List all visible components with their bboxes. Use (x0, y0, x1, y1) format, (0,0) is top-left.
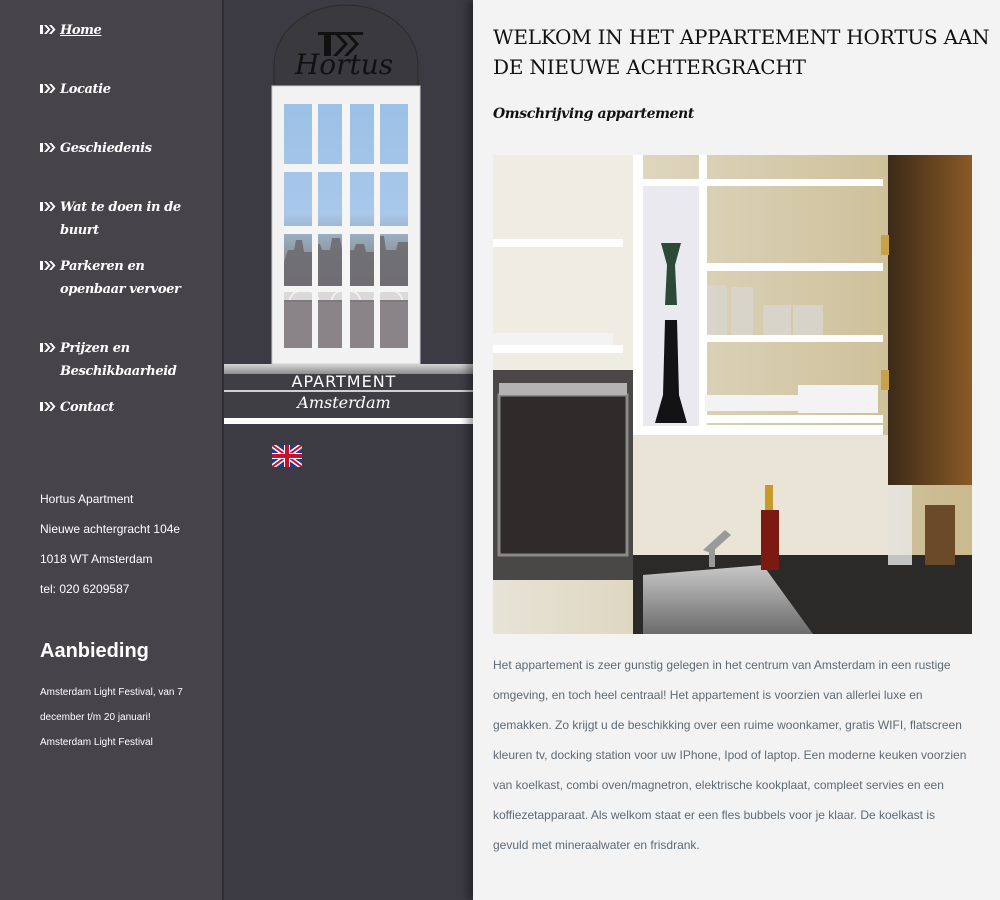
nav-item-locatie[interactable]: Locatie (40, 78, 220, 101)
kk-logo-icon (40, 402, 56, 411)
kk-logo-icon (40, 84, 56, 93)
address-block: Hortus Apartment Nieuwe achtergracht 104… (40, 484, 180, 604)
uk-flag-icon[interactable] (272, 445, 302, 467)
logo-line2: Amsterdam (297, 393, 391, 412)
page-title: WELKOM IN HET APPARTEMENT HORTUS AAN DE … (493, 25, 990, 79)
nav-item-label: Home (60, 23, 102, 38)
sidebar: Home Locatie Geschiedenis Wat te doen in… (0, 0, 224, 900)
offer-title: Aanbieding (40, 640, 149, 662)
nav-item-label: Locatie (60, 82, 111, 97)
nav-item-geschiedenis[interactable]: Geschiedenis (40, 137, 220, 160)
kk-logo-icon (40, 261, 56, 270)
nav-item-label: Contact (60, 400, 115, 415)
kk-logo-icon (40, 202, 56, 211)
address-city: 1018 WT Amsterdam (40, 552, 153, 566)
nav-item-label: Parkeren en openbaar vervoer (60, 259, 181, 297)
nav-item-home[interactable]: Home (40, 19, 220, 42)
logo-brand: Hortus (294, 48, 394, 81)
section-title: Omschrijving appartement (493, 106, 694, 122)
kk-logo-icon (40, 143, 56, 152)
nav-item-label: Wat te doen in de buurt (60, 200, 181, 238)
nav-item-parkeren[interactable]: Parkeren en openbaar vervoer (40, 255, 200, 301)
nav-item-contact[interactable]: Contact (40, 396, 220, 419)
nav-item-label: Geschiedenis (60, 141, 152, 156)
logo-line1: APARTMENT (291, 372, 397, 391)
logo-column: Hortus APARTMENT Amsterdam (224, 0, 473, 900)
address-street: Nieuwe achtergracht 104e (40, 522, 181, 536)
nav-item-label: Prijzen en Beschikbaarheid (60, 341, 177, 379)
offer-link[interactable]: Amsterdam Light Festival (40, 730, 210, 755)
kk-logo-icon (40, 343, 56, 352)
address-name: Hortus Apartment (40, 492, 134, 506)
offer-text: Amsterdam Light Festival, van 7 december… (40, 687, 183, 723)
nav-item-wat-te-doen[interactable]: Wat te doen in de buurt (40, 196, 220, 242)
nav-item-prijzen[interactable]: Prijzen en Beschikbaarheid (40, 337, 220, 383)
kitchen-photo (493, 155, 972, 634)
offer-block: Amsterdam Light Festival, van 7 december… (40, 680, 210, 755)
kk-logo-icon (40, 25, 56, 34)
main-content: WELKOM IN HET APPARTEMENT HORTUS AAN DE … (473, 0, 1000, 900)
address-phone: tel: 020 6209587 (40, 582, 130, 596)
description-text: Het appartement is zeer gunstig gelegen … (493, 658, 967, 852)
